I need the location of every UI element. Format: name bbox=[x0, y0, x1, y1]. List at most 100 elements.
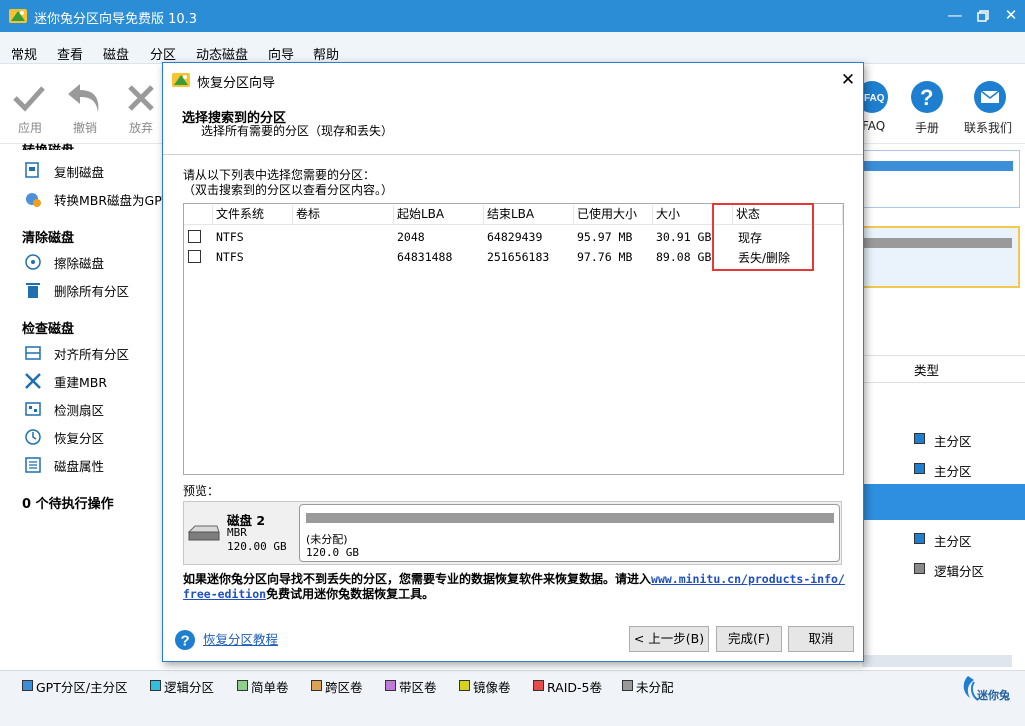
menu-dynamic-disk[interactable]: 动态磁盘 bbox=[196, 44, 248, 63]
window-title: 迷你兔分区向导免费版 10.3 bbox=[34, 12, 198, 27]
faq-label: FAQ bbox=[862, 119, 886, 133]
col-filesystem[interactable]: 文件系统 bbox=[213, 205, 293, 224]
apply-button[interactable] bbox=[12, 84, 46, 115]
type-label: 主分区 bbox=[934, 464, 972, 479]
menu-general[interactable]: 常规 bbox=[11, 44, 37, 63]
manual-label: 手册 bbox=[915, 121, 940, 135]
manual-button[interactable]: ? bbox=[910, 80, 944, 117]
selected-row-highlight[interactable] bbox=[862, 484, 1025, 520]
legend-label: 跨区卷 bbox=[325, 680, 363, 695]
legend-swatch bbox=[22, 680, 33, 691]
row-start-lba: 2048 bbox=[397, 230, 425, 244]
row-fs: NTFS bbox=[216, 230, 244, 244]
undo-button[interactable] bbox=[66, 82, 104, 117]
discard-label: 放弃 bbox=[129, 121, 154, 135]
back-button[interactable]: < 上一步(B) bbox=[629, 626, 709, 652]
close-window-button[interactable]: ✕ bbox=[994, 0, 1025, 32]
discard-button[interactable] bbox=[126, 84, 156, 115]
row-fs: NTFS bbox=[216, 250, 244, 264]
menu-help[interactable]: 帮助 bbox=[313, 44, 339, 63]
sidebar-item-label: 转换MBR磁盘为GPT bbox=[54, 193, 170, 208]
legend-label: GPT分区/主分区 bbox=[36, 680, 128, 695]
horizontal-scrollbar[interactable] bbox=[862, 655, 1012, 667]
disk-map-panel bbox=[862, 144, 1025, 670]
type-label: 主分区 bbox=[934, 534, 972, 549]
col-checkbox[interactable] bbox=[184, 205, 213, 224]
row-end-lba: 251656183 bbox=[487, 250, 550, 264]
sidebar-head-clean: 清除磁盘 bbox=[22, 231, 75, 246]
col-label[interactable]: 卷标 bbox=[293, 205, 394, 224]
row-checkbox[interactable] bbox=[188, 250, 201, 263]
surface-test-icon bbox=[25, 402, 41, 416]
menu-wizard[interactable]: 向导 bbox=[268, 44, 294, 63]
faq-button[interactable]: FAQ bbox=[856, 80, 890, 117]
convert-disk-icon bbox=[26, 193, 41, 207]
notice-text: 如果迷你兔分区向导找不到丢失的分区，您需要专业的数据恢复软件来恢复数据。请进入w… bbox=[183, 572, 848, 602]
divider bbox=[862, 355, 1025, 356]
unallocated-block[interactable]: (未分配) 120.0 GB bbox=[299, 504, 840, 562]
contact-label: 联系我们 bbox=[964, 121, 1013, 135]
restore-icon bbox=[977, 10, 989, 22]
menu-disk[interactable]: 磁盘 bbox=[103, 44, 129, 63]
sidebar-item-label: 对齐所有分区 bbox=[54, 347, 130, 362]
align-icon bbox=[25, 346, 41, 360]
legend-label: 带区卷 bbox=[399, 680, 437, 695]
notice-prefix: 如果迷你兔分区向导找不到丢失的分区，您需要专业的数据恢复软件来恢复数据。请进入 bbox=[183, 572, 652, 586]
apply-label: 应用 bbox=[18, 121, 43, 135]
close-icon: ✕ bbox=[840, 70, 856, 90]
partition-color-swatch bbox=[914, 463, 925, 474]
dialog-close-button[interactable]: ✕ bbox=[837, 69, 859, 91]
finish-button[interactable]: 完成(F) bbox=[716, 626, 782, 652]
footer-separator bbox=[163, 612, 863, 613]
sidebar-head-convert: 转换磁盘 bbox=[22, 140, 74, 150]
legend-swatch bbox=[622, 680, 633, 691]
help-icon[interactable]: ? bbox=[174, 629, 196, 651]
col-end-lba[interactable]: 结束LBA bbox=[484, 205, 574, 224]
sidebar-item-label: 磁盘属性 bbox=[54, 459, 105, 474]
row-checkbox[interactable] bbox=[188, 230, 201, 243]
dialog-app-icon bbox=[172, 73, 190, 87]
disk-map-block bbox=[862, 150, 1020, 208]
brand-name: 迷你兔 bbox=[977, 689, 1010, 702]
menu-view[interactable]: 查看 bbox=[57, 44, 83, 63]
type-label: 逻辑分区 bbox=[934, 564, 985, 579]
wipe-disk-icon bbox=[25, 254, 41, 270]
legend-label: 逻辑分区 bbox=[164, 680, 215, 695]
minimize-icon: — bbox=[947, 6, 963, 24]
pending-operations: 0 个待执行操作 bbox=[22, 497, 114, 512]
disk-map-selected-block[interactable] bbox=[862, 226, 1020, 288]
type-label: 主分区 bbox=[934, 434, 972, 449]
partition-list[interactable]: 文件系统 卷标 起始LBA 结束LBA 已使用大小 大小 状态 NTFS 204… bbox=[183, 203, 844, 475]
legend-label: 未分配 bbox=[636, 680, 674, 695]
col-used-size[interactable]: 已使用大小 bbox=[574, 205, 653, 224]
divider bbox=[862, 382, 1025, 383]
disk-type: MBR bbox=[227, 526, 247, 539]
sidebar-item-label: 擦除磁盘 bbox=[54, 256, 105, 271]
copy-disk-icon bbox=[25, 162, 39, 178]
svg-text:FAQ: FAQ bbox=[864, 93, 885, 104]
legend-swatch bbox=[459, 680, 470, 691]
tutorial-link[interactable]: 恢复分区教程 bbox=[203, 629, 278, 648]
partition-color-swatch bbox=[914, 563, 925, 574]
svg-text:?: ? bbox=[920, 85, 933, 110]
svg-text:?: ? bbox=[181, 633, 190, 650]
trash-icon bbox=[26, 283, 40, 298]
close-icon: ✕ bbox=[1004, 6, 1018, 24]
header-separator bbox=[163, 154, 863, 155]
disk-drive-icon bbox=[187, 525, 220, 541]
row-used: 97.76 MB bbox=[577, 250, 633, 264]
contact-button[interactable] bbox=[973, 80, 1007, 117]
menu-partition[interactable]: 分区 bbox=[150, 44, 176, 63]
undo-icon bbox=[68, 84, 99, 112]
recover-partition-dialog: 恢复分区向导 ✕ 选择搜索到的分区 选择所有需要的分区（现存和丢失） 请从以下列… bbox=[162, 62, 864, 662]
tools-icon bbox=[25, 373, 41, 389]
status-highlight-box bbox=[712, 203, 814, 271]
cancel-button[interactable]: 取消 bbox=[788, 626, 854, 652]
legend: GPT分区/主分区 逻辑分区 简单卷 跨区卷 带区卷 镜像卷 RAID-5卷 未分配 bbox=[0, 677, 700, 697]
sidebar-head-check: 检查磁盘 bbox=[22, 322, 75, 337]
partition-color-swatch bbox=[914, 433, 925, 444]
col-start-lba[interactable]: 起始LBA bbox=[394, 205, 484, 224]
help-icon: ? bbox=[911, 81, 943, 113]
partition-color-swatch bbox=[914, 533, 925, 544]
preview-label: 预览： bbox=[183, 484, 220, 498]
